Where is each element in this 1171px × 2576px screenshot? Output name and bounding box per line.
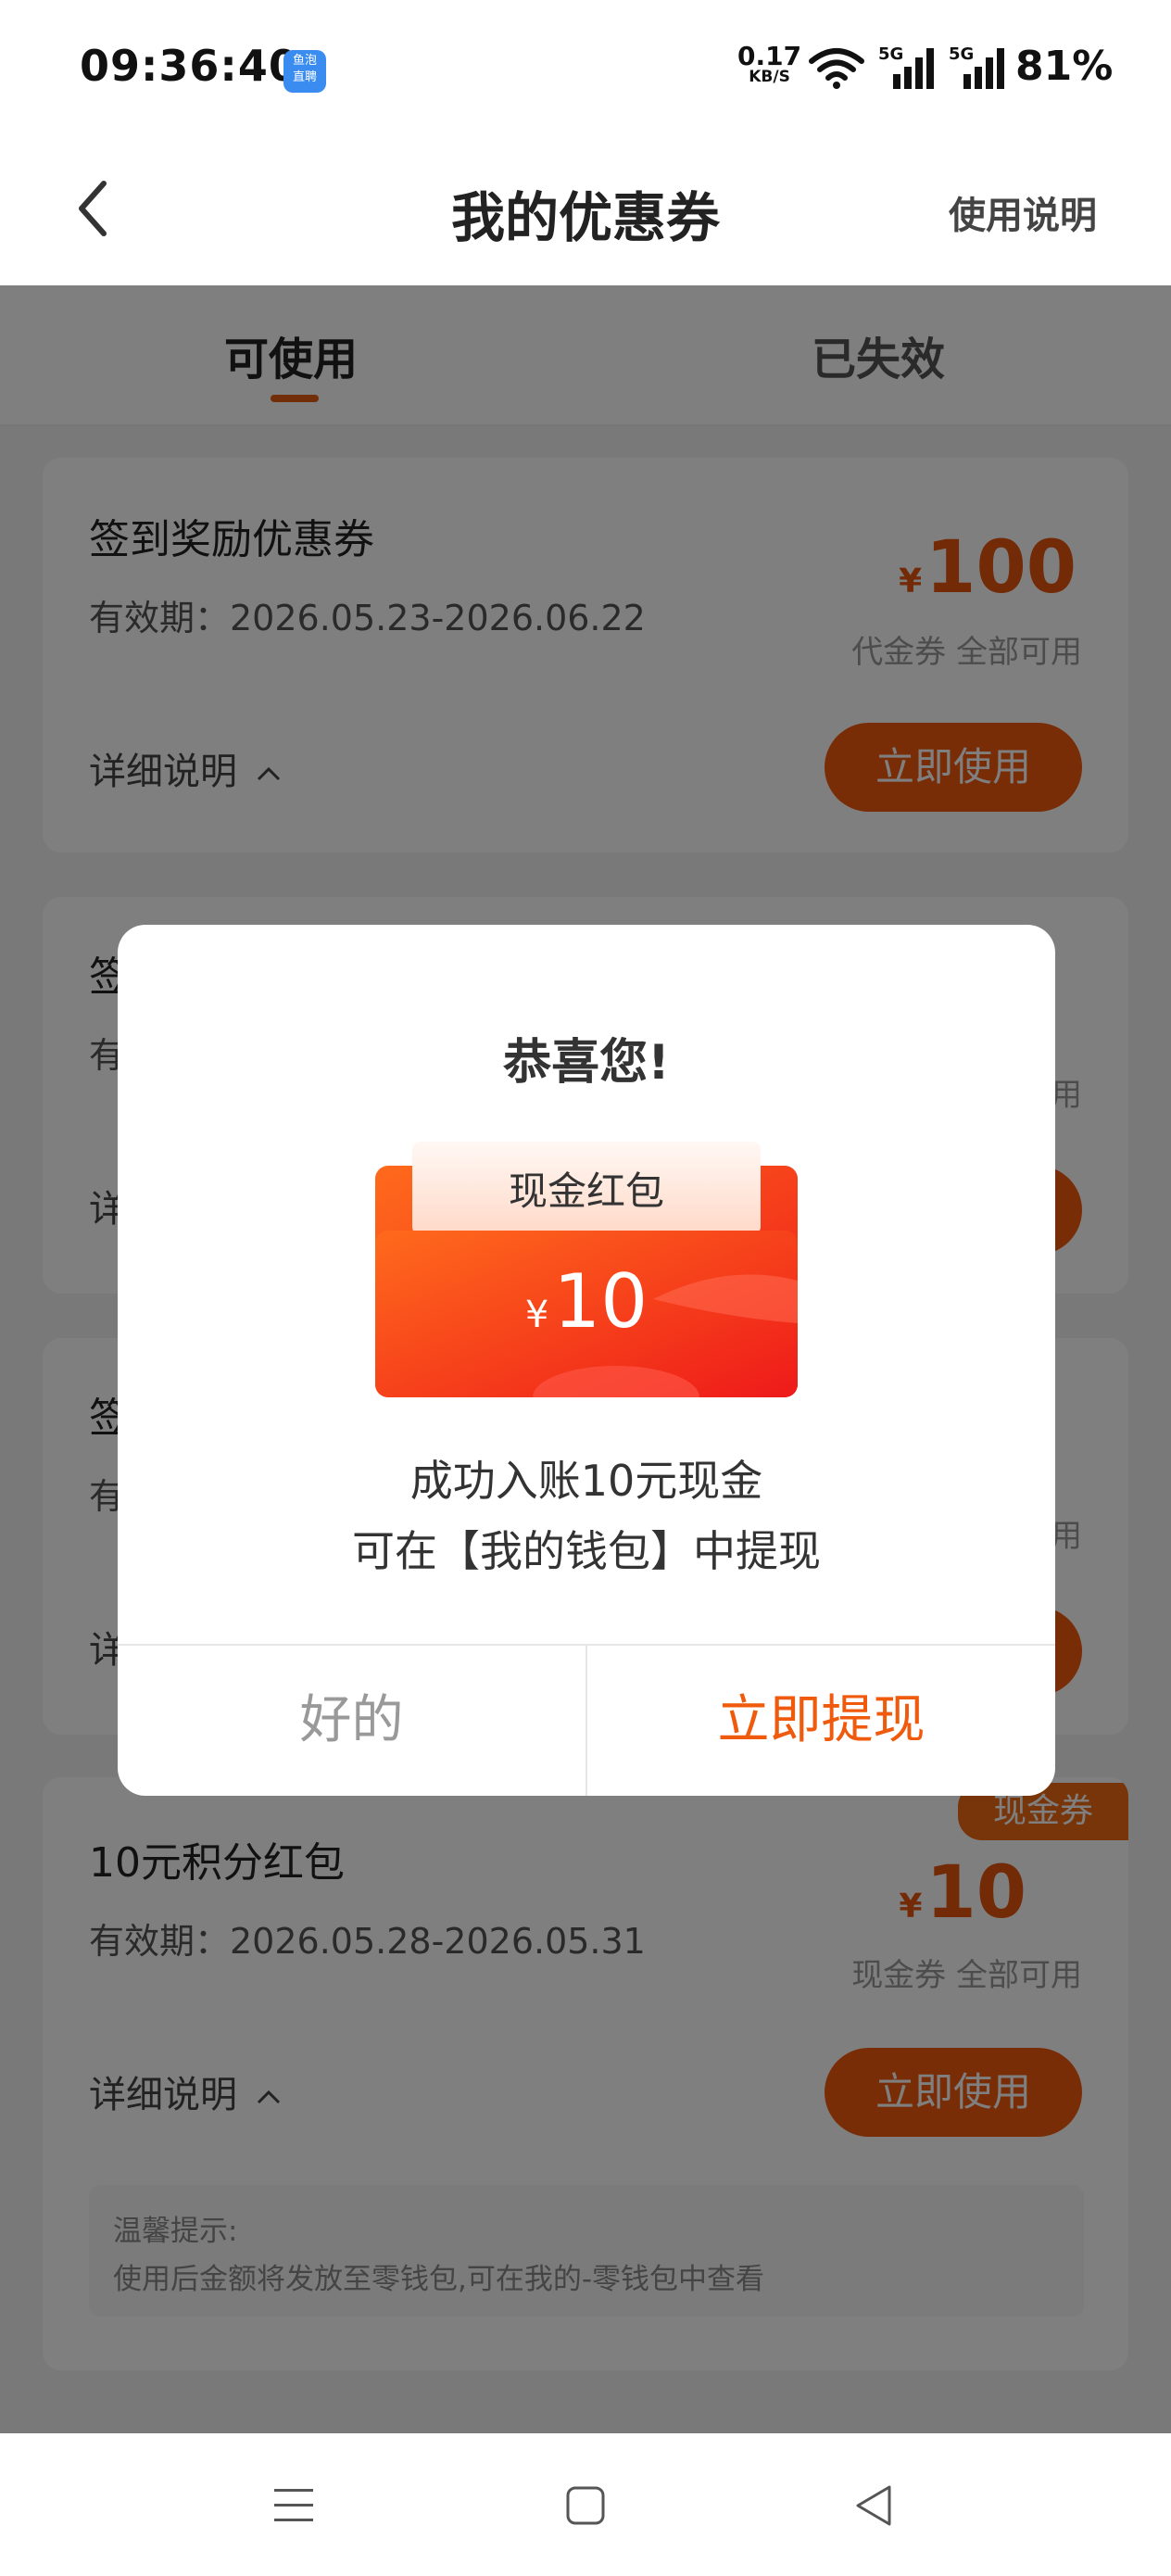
app-badge-line1: 鱼泡: [292, 54, 317, 68]
withdraw-now-button[interactable]: 立即提现: [587, 1646, 1055, 1796]
ok-button[interactable]: 好的: [118, 1646, 586, 1796]
battery-level: 81%: [1015, 43, 1114, 90]
system-nav-bar: [0, 2433, 1171, 2576]
envelope-amount: ¥ 10: [375, 1258, 798, 1345]
envelope-amount-value: 10: [553, 1258, 648, 1345]
envelope-label: 现金红包: [508, 1168, 664, 1214]
cellular-signal-1-icon: 5G: [878, 44, 938, 91]
app-notification-icon: 鱼泡 直聘: [283, 50, 326, 93]
usage-instructions-link[interactable]: 使用说明: [949, 185, 1097, 239]
wifi-icon: [809, 48, 864, 89]
red-envelope: 现金红包 ¥ 10: [375, 1142, 798, 1397]
menu-icon[interactable]: [272, 2485, 315, 2526]
app-badge-line2: 直聘: [292, 70, 317, 84]
dialog-message-line2: 可在【我的钱包】中提现: [352, 1526, 821, 1576]
status-time: 09:36:40: [80, 41, 299, 91]
dialog-title: 恭喜您!: [503, 1035, 670, 1091]
back-triangle-icon[interactable]: [852, 2483, 893, 2528]
envelope-currency: ¥: [524, 1294, 549, 1336]
home-icon[interactable]: [565, 2485, 606, 2526]
cellular-signal-2-icon: 5G: [949, 44, 1008, 91]
dialog-message-line1: 成功入账10元现金: [409, 1456, 763, 1506]
network-speed: 0.17 KB/S: [737, 44, 801, 86]
reward-dialog: 恭喜您! 现金红包 ¥ 10 成功入账10元现金 可在【我的钱包】中提现 好的 …: [118, 925, 1055, 1796]
